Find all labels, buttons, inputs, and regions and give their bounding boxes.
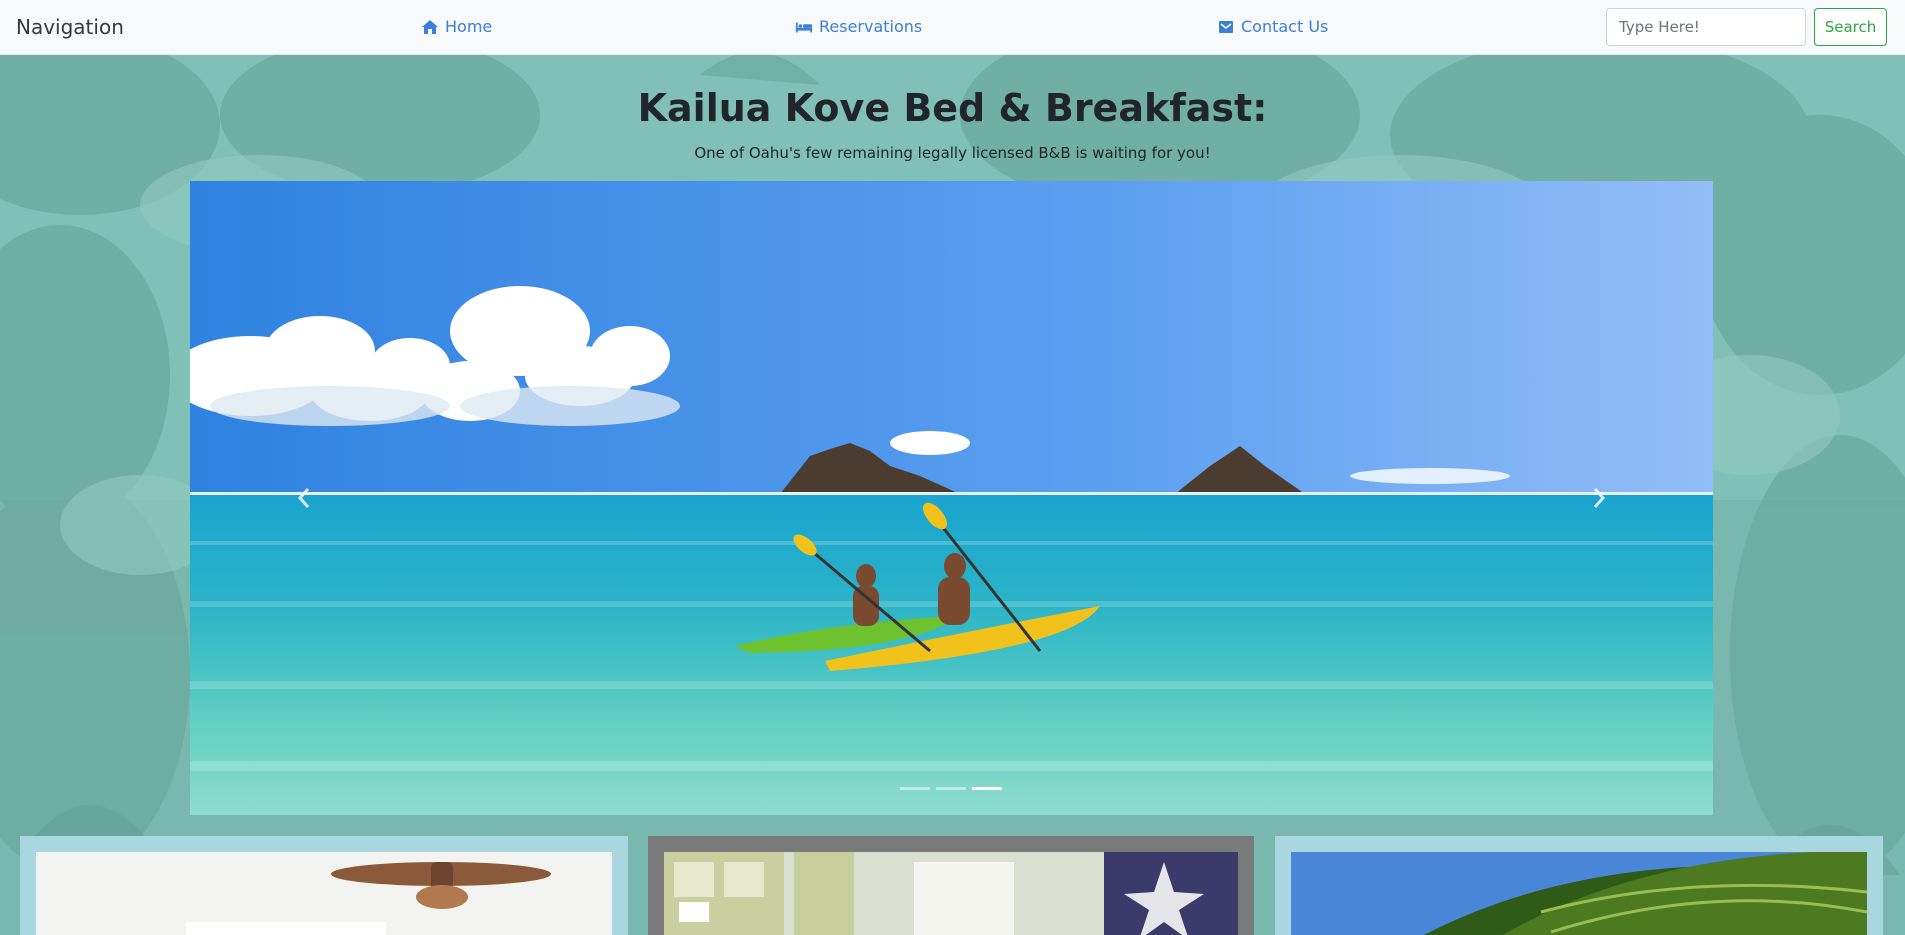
page-subtitle: One of Oahu's few remaining legally lice… bbox=[694, 144, 1211, 162]
carousel-next-button[interactable] bbox=[1579, 478, 1619, 518]
carousel-indicators bbox=[900, 787, 1002, 790]
search-input[interactable] bbox=[1606, 8, 1806, 46]
nav-link-label: Reservations bbox=[819, 17, 923, 36]
room-card-kitchen[interactable] bbox=[648, 836, 1254, 935]
top-navbar: Navigation Home Reservations Contact Us … bbox=[0, 0, 1905, 55]
nav-link-contact[interactable]: Contact Us bbox=[1217, 17, 1328, 36]
search-button[interactable]: Search bbox=[1814, 8, 1887, 46]
card-image bbox=[36, 852, 612, 935]
home-icon bbox=[422, 19, 438, 34]
room-card-palm[interactable] bbox=[1275, 836, 1883, 935]
card-image bbox=[664, 852, 1238, 935]
chevron-left-icon bbox=[297, 488, 310, 508]
carousel-indicator-2[interactable] bbox=[936, 787, 966, 790]
kitchen-image bbox=[664, 852, 1238, 935]
nav-link-label: Contact Us bbox=[1241, 17, 1329, 36]
room-card-bedroom[interactable] bbox=[20, 836, 628, 935]
carousel-prev-button[interactable] bbox=[284, 478, 324, 518]
nav-link-home[interactable]: Home bbox=[421, 17, 492, 36]
carousel-slide-image bbox=[190, 181, 1713, 815]
chevron-right-icon bbox=[1593, 488, 1606, 508]
nav-link-label: Home bbox=[445, 17, 493, 36]
carousel-indicator-3[interactable] bbox=[972, 787, 1002, 790]
navbar-brand[interactable]: Navigation bbox=[16, 15, 124, 39]
bed-icon bbox=[795, 22, 813, 32]
card-image bbox=[1291, 852, 1867, 935]
envelope-icon bbox=[1219, 20, 1233, 33]
palm-tree-image bbox=[1291, 852, 1867, 935]
page-title: Kailua Kove Bed & Breakfast: bbox=[637, 86, 1268, 130]
image-carousel[interactable] bbox=[190, 181, 1713, 815]
nav-link-reservations[interactable]: Reservations bbox=[795, 17, 922, 36]
carousel-indicator-1[interactable] bbox=[900, 787, 930, 790]
bedroom-image bbox=[36, 852, 612, 935]
